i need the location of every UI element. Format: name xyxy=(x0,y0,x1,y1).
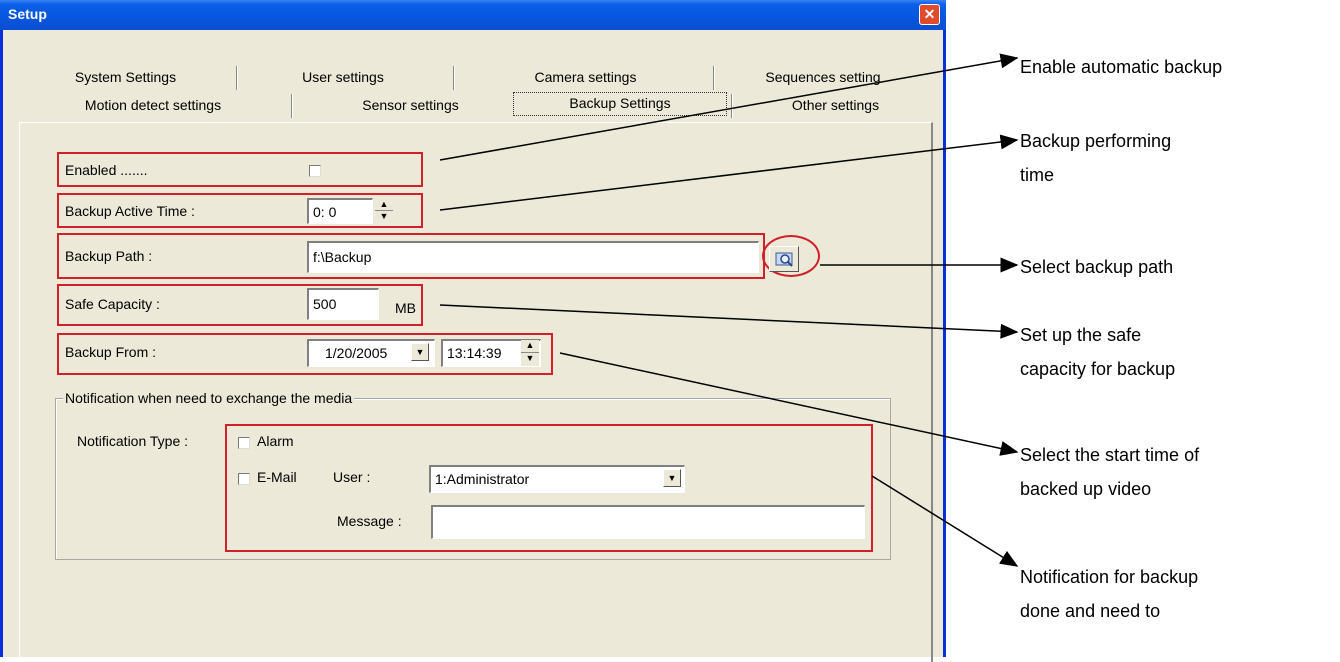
arrow-enable xyxy=(439,53,1019,161)
arrow-active-time xyxy=(439,134,1019,211)
annotation-enable: Enable automatic backup xyxy=(1020,57,1223,77)
annotation-capacity: Set up the safe capacity for backup xyxy=(1020,325,1176,379)
arrow-notification xyxy=(871,475,1019,567)
annotation-active-time: Backup performing time xyxy=(1020,131,1172,185)
arrow-from xyxy=(559,352,1019,456)
annotation-from: Select the start time of backed up video xyxy=(1020,445,1200,499)
annotation-path: Select backup path xyxy=(1020,257,1174,277)
annotation-notification: Notification for backup done and need to xyxy=(1020,567,1199,621)
arrow-capacity xyxy=(439,304,1019,339)
